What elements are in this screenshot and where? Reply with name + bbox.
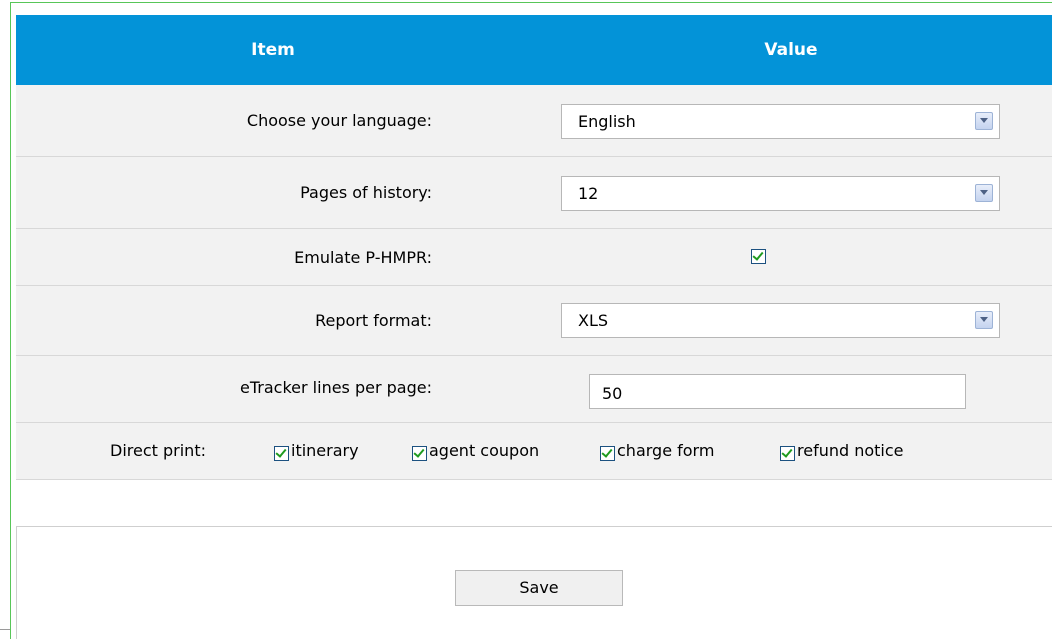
itinerary-label: itinerary [291, 441, 359, 460]
settings-row-etracker: eTracker lines per page: 50 [16, 356, 1052, 423]
itinerary-checkbox[interactable] [274, 446, 289, 461]
history-select[interactable]: 12 [561, 176, 1000, 211]
chevron-down-icon[interactable] [975, 184, 993, 202]
refund-notice-label: refund notice [797, 441, 904, 460]
emulate-checkbox[interactable] [751, 249, 766, 264]
column-header-value: Value [764, 40, 818, 60]
settings-row-language: Choose your language: English [16, 85, 1052, 157]
history-select-value: 12 [578, 184, 599, 203]
emulate-label: Emulate P-HMPR: [294, 248, 432, 267]
column-header-item: Item [251, 40, 295, 60]
language-select-value: English [578, 112, 636, 131]
page-corner-mark [0, 629, 10, 630]
report-format-value: XLS [578, 311, 609, 330]
settings-panel: Item Value Choose your language: English… [16, 15, 1052, 480]
save-section: Save [16, 526, 1052, 639]
agent-coupon-checkbox[interactable] [412, 446, 427, 461]
language-label: Choose your language: [246, 111, 432, 130]
settings-row-report: Report format: XLS [16, 286, 1052, 356]
agent-coupon-label: agent coupon [429, 441, 540, 460]
direct-print-label: Direct print: [110, 441, 206, 460]
etracker-lines-value: 50 [602, 384, 623, 403]
settings-row-direct-print: Direct print: itinerary agent coupon cha… [16, 423, 1052, 480]
report-label: Report format: [315, 311, 432, 330]
language-select[interactable]: English [561, 104, 1000, 139]
settings-row-history: Pages of history: 12 [16, 157, 1052, 229]
chevron-down-icon[interactable] [975, 112, 993, 130]
settings-row-emulate: Emulate P-HMPR: [16, 229, 1052, 286]
charge-form-checkbox[interactable] [600, 446, 615, 461]
save-button[interactable]: Save [455, 570, 623, 606]
chevron-down-icon[interactable] [975, 311, 993, 329]
refund-notice-checkbox[interactable] [780, 446, 795, 461]
charge-form-label: charge form [617, 441, 715, 460]
etracker-label: eTracker lines per page: [240, 378, 432, 397]
settings-table-header: Item Value [16, 15, 1052, 85]
etracker-lines-input[interactable]: 50 [589, 374, 966, 409]
history-label: Pages of history: [300, 183, 432, 202]
report-format-select[interactable]: XLS [561, 303, 1000, 338]
